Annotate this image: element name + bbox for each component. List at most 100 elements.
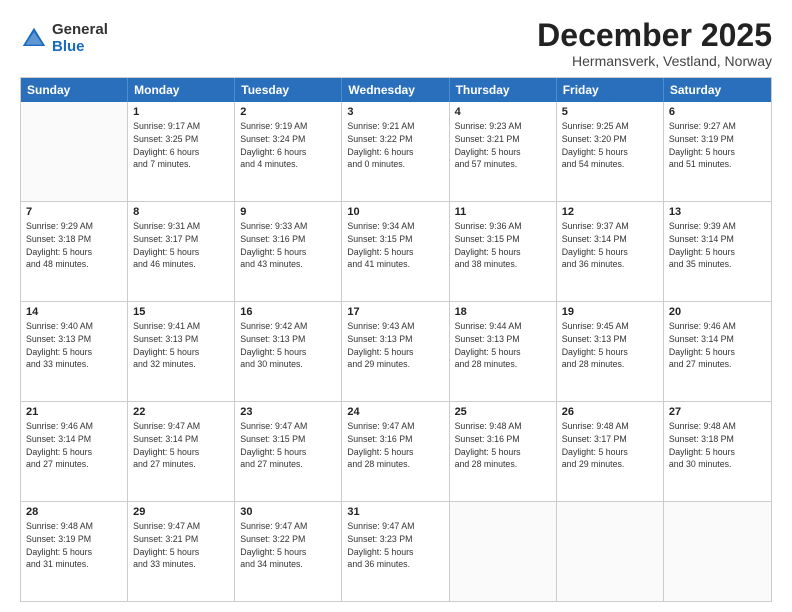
cal-cell-4-2: 22 Sunrise: 9:47 AMSunset: 3:14 PMDayligh… <box>128 402 235 501</box>
cell-info: Sunrise: 9:25 AMSunset: 3:20 PMDaylight:… <box>562 120 658 171</box>
cell-info: Sunrise: 9:48 AMSunset: 3:19 PMDaylight:… <box>26 520 122 571</box>
cell-info: Sunrise: 9:44 AMSunset: 3:13 PMDaylight:… <box>455 320 551 371</box>
cal-cell-1-3: 2 Sunrise: 9:19 AMSunset: 3:24 PMDaylight… <box>235 102 342 201</box>
cal-week-4: 21Sunrise: 9:46 AMSunset: 3:14 PMDayligh… <box>21 401 771 501</box>
cell-day-number: 9 <box>240 206 336 218</box>
cell-day-number: 28 <box>26 506 122 518</box>
cal-cell-2-1: 7Sunrise: 9:29 AMSunset: 3:18 PMDaylight… <box>21 202 128 301</box>
cal-cell-2-3: 9 Sunrise: 9:33 AMSunset: 3:16 PMDaylight… <box>235 202 342 301</box>
main-title: December 2025 <box>537 18 772 53</box>
cal-cell-4-6: 26 Sunrise: 9:48 AMSunset: 3:17 PMDayligh… <box>557 402 664 501</box>
cell-info: Sunrise: 9:48 AMSunset: 3:16 PMDaylight:… <box>455 420 551 471</box>
cal-cell-2-2: 8 Sunrise: 9:31 AMSunset: 3:17 PMDaylight… <box>128 202 235 301</box>
cal-cell-5-1: 28 Sunrise: 9:48 AMSunset: 3:19 PMDayligh… <box>21 502 128 601</box>
cal-cell-4-1: 21Sunrise: 9:46 AMSunset: 3:14 PMDayligh… <box>21 402 128 501</box>
cal-cell-5-5 <box>450 502 557 601</box>
cell-info: Sunrise: 9:47 AMSunset: 3:14 PMDaylight:… <box>133 420 229 471</box>
cell-day-number: 13 <box>669 206 766 218</box>
cell-info: Sunrise: 9:36 AMSunset: 3:15 PMDaylight:… <box>455 220 551 271</box>
cal-cell-5-4: 31Sunrise: 9:47 AMSunset: 3:23 PMDayligh… <box>342 502 449 601</box>
cal-header-day-wednesday: Wednesday <box>342 78 449 102</box>
cal-header-day-sunday: Sunday <box>21 78 128 102</box>
cell-day-number: 5 <box>562 106 658 118</box>
cal-cell-4-7: 27 Sunrise: 9:48 AMSunset: 3:18 PMDayligh… <box>664 402 771 501</box>
cell-day-number: 31 <box>347 506 443 518</box>
cell-info: Sunrise: 9:31 AMSunset: 3:17 PMDaylight:… <box>133 220 229 271</box>
cal-cell-2-7: 13 Sunrise: 9:39 AMSunset: 3:14 PMDayligh… <box>664 202 771 301</box>
cal-cell-4-3: 23Sunrise: 9:47 AMSunset: 3:15 PMDayligh… <box>235 402 342 501</box>
cal-cell-4-4: 24Sunrise: 9:47 AMSunset: 3:16 PMDayligh… <box>342 402 449 501</box>
cell-day-number: 29 <box>133 506 229 518</box>
cell-day-number: 17 <box>347 306 443 318</box>
cal-cell-1-4: 3 Sunrise: 9:21 AMSunset: 3:22 PMDaylight… <box>342 102 449 201</box>
cal-week-5: 28 Sunrise: 9:48 AMSunset: 3:19 PMDayligh… <box>21 501 771 601</box>
cal-cell-3-7: 20 Sunrise: 9:46 AMSunset: 3:14 PMDayligh… <box>664 302 771 401</box>
cal-cell-1-7: 6 Sunrise: 9:27 AMSunset: 3:19 PMDaylight… <box>664 102 771 201</box>
cal-cell-5-6 <box>557 502 664 601</box>
cell-info: Sunrise: 9:47 AMSunset: 3:21 PMDaylight:… <box>133 520 229 571</box>
cal-cell-3-2: 15Sunrise: 9:41 AMSunset: 3:13 PMDayligh… <box>128 302 235 401</box>
cal-cell-3-3: 16Sunrise: 9:42 AMSunset: 3:13 PMDayligh… <box>235 302 342 401</box>
cal-cell-1-6: 5 Sunrise: 9:25 AMSunset: 3:20 PMDaylight… <box>557 102 664 201</box>
cell-day-number: 18 <box>455 306 551 318</box>
cell-day-number: 12 <box>562 206 658 218</box>
cell-day-number: 27 <box>669 406 766 418</box>
cal-cell-5-2: 29 Sunrise: 9:47 AMSunset: 3:21 PMDayligh… <box>128 502 235 601</box>
title-block: December 2025 Hermansverk, Vestland, Nor… <box>537 18 772 69</box>
cell-day-number: 8 <box>133 206 229 218</box>
cal-week-2: 7Sunrise: 9:29 AMSunset: 3:18 PMDaylight… <box>21 201 771 301</box>
cell-day-number: 22 <box>133 406 229 418</box>
cal-header-day-friday: Friday <box>557 78 664 102</box>
cell-info: Sunrise: 9:33 AMSunset: 3:16 PMDaylight:… <box>240 220 336 271</box>
calendar-body: 1 Sunrise: 9:17 AMSunset: 3:25 PMDaylight… <box>21 102 771 601</box>
cell-day-number: 4 <box>455 106 551 118</box>
cell-info: Sunrise: 9:19 AMSunset: 3:24 PMDaylight:… <box>240 120 336 171</box>
cal-header-day-thursday: Thursday <box>450 78 557 102</box>
cal-header-day-monday: Monday <box>128 78 235 102</box>
cell-info: Sunrise: 9:41 AMSunset: 3:13 PMDaylight:… <box>133 320 229 371</box>
cell-info: Sunrise: 9:48 AMSunset: 3:17 PMDaylight:… <box>562 420 658 471</box>
cal-cell-5-3: 30 Sunrise: 9:47 AMSunset: 3:22 PMDayligh… <box>235 502 342 601</box>
cell-day-number: 1 <box>133 106 229 118</box>
cell-info: Sunrise: 9:47 AMSunset: 3:16 PMDaylight:… <box>347 420 443 471</box>
cell-day-number: 25 <box>455 406 551 418</box>
logo-text: General Blue <box>52 22 108 55</box>
cell-day-number: 30 <box>240 506 336 518</box>
cell-info: Sunrise: 9:46 AMSunset: 3:14 PMDaylight:… <box>669 320 766 371</box>
cal-cell-3-4: 17 Sunrise: 9:43 AMSunset: 3:13 PMDayligh… <box>342 302 449 401</box>
logo-blue: Blue <box>52 39 108 56</box>
cal-cell-1-2: 1 Sunrise: 9:17 AMSunset: 3:25 PMDaylight… <box>128 102 235 201</box>
cal-week-1: 1 Sunrise: 9:17 AMSunset: 3:25 PMDaylight… <box>21 102 771 201</box>
logo: General Blue <box>20 22 108 55</box>
cell-info: Sunrise: 9:27 AMSunset: 3:19 PMDaylight:… <box>669 120 766 171</box>
cal-cell-2-6: 12Sunrise: 9:37 AMSunset: 3:14 PMDayligh… <box>557 202 664 301</box>
cal-cell-1-1 <box>21 102 128 201</box>
cell-day-number: 11 <box>455 206 551 218</box>
cal-header-day-saturday: Saturday <box>664 78 771 102</box>
cell-info: Sunrise: 9:46 AMSunset: 3:14 PMDaylight:… <box>26 420 122 471</box>
cell-info: Sunrise: 9:17 AMSunset: 3:25 PMDaylight:… <box>133 120 229 171</box>
cal-cell-3-6: 19Sunrise: 9:45 AMSunset: 3:13 PMDayligh… <box>557 302 664 401</box>
cal-header-day-tuesday: Tuesday <box>235 78 342 102</box>
subtitle: Hermansverk, Vestland, Norway <box>537 53 772 69</box>
calendar: SundayMondayTuesdayWednesdayThursdayFrid… <box>20 77 772 602</box>
cell-info: Sunrise: 9:39 AMSunset: 3:14 PMDaylight:… <box>669 220 766 271</box>
cell-day-number: 2 <box>240 106 336 118</box>
cell-day-number: 3 <box>347 106 443 118</box>
cal-cell-3-1: 14Sunrise: 9:40 AMSunset: 3:13 PMDayligh… <box>21 302 128 401</box>
cell-day-number: 23 <box>240 406 336 418</box>
cell-info: Sunrise: 9:48 AMSunset: 3:18 PMDaylight:… <box>669 420 766 471</box>
cell-day-number: 6 <box>669 106 766 118</box>
cal-cell-5-7 <box>664 502 771 601</box>
cell-info: Sunrise: 9:43 AMSunset: 3:13 PMDaylight:… <box>347 320 443 371</box>
logo-general: General <box>52 22 108 39</box>
cell-day-number: 16 <box>240 306 336 318</box>
cell-day-number: 20 <box>669 306 766 318</box>
cell-info: Sunrise: 9:21 AMSunset: 3:22 PMDaylight:… <box>347 120 443 171</box>
cal-cell-4-5: 25 Sunrise: 9:48 AMSunset: 3:16 PMDayligh… <box>450 402 557 501</box>
cal-cell-3-5: 18 Sunrise: 9:44 AMSunset: 3:13 PMDayligh… <box>450 302 557 401</box>
cell-info: Sunrise: 9:23 AMSunset: 3:21 PMDaylight:… <box>455 120 551 171</box>
cell-info: Sunrise: 9:47 AMSunset: 3:22 PMDaylight:… <box>240 520 336 571</box>
logo-icon <box>20 25 48 53</box>
cell-day-number: 26 <box>562 406 658 418</box>
